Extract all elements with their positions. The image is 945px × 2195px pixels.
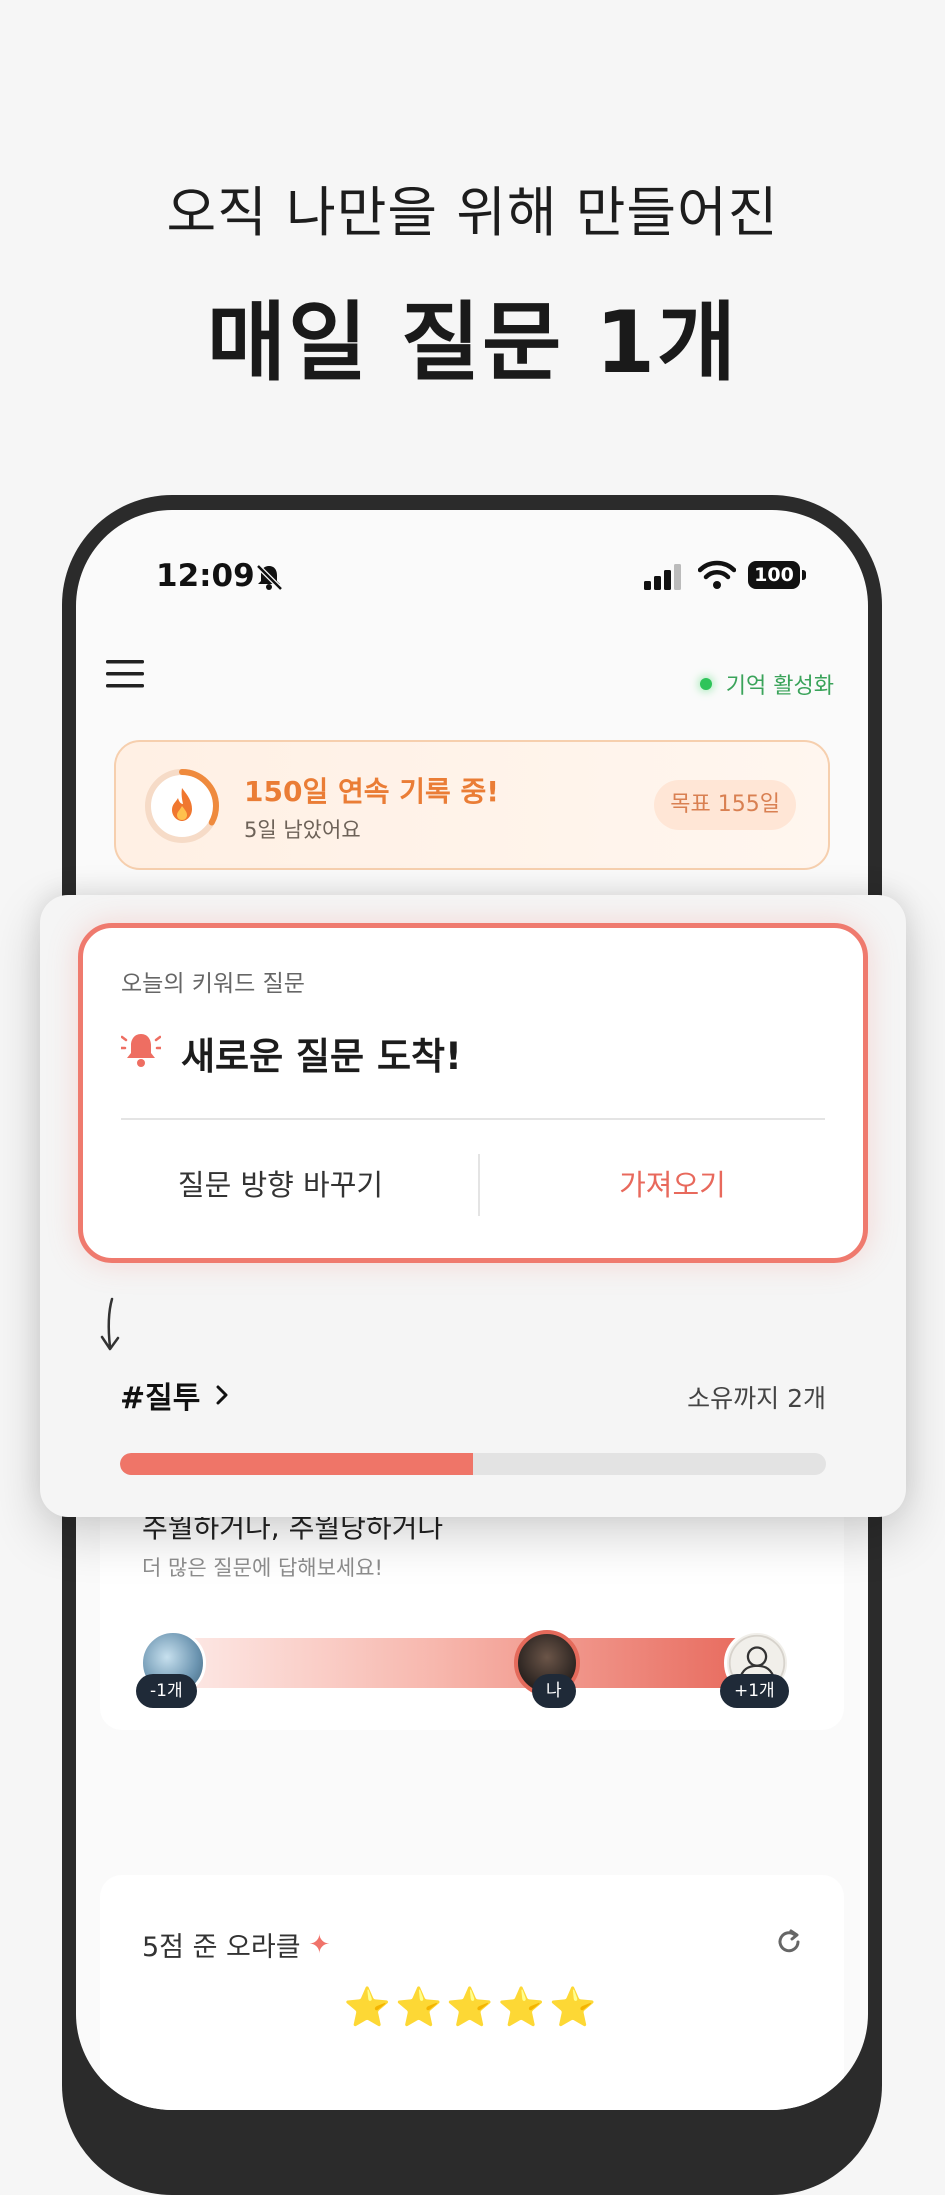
status-time: 12:09 <box>156 558 255 594</box>
oracle-title: 5점 준 오라클 <box>142 1932 301 1963</box>
question-card: 오늘의 키워드 질문 새로운 질문 도착! 질문 방향 바꾸기 가져오기 <box>78 923 868 1263</box>
oracle-title-row: 5점 준 오라클 ✦ <box>142 1925 330 1964</box>
question-label: 오늘의 키워드 질문 <box>121 971 305 997</box>
question-title: 새로운 질문 도착! <box>181 1035 462 1078</box>
pill-ahead: +1개 <box>720 1674 789 1708</box>
hamburger-menu-icon[interactable] <box>106 660 144 688</box>
divider <box>121 1118 825 1120</box>
fetch-button[interactable]: 가져오기 <box>480 1150 865 1220</box>
wifi-icon <box>698 560 736 589</box>
pill-behind: -1개 <box>136 1674 197 1708</box>
streak-progress-ring <box>145 769 219 843</box>
status-dot-icon <box>699 678 712 690</box>
status-bar: 12:09 100 <box>76 548 868 608</box>
change-direction-button[interactable]: 질문 방향 바꾸기 <box>83 1150 478 1220</box>
refresh-icon[interactable] <box>774 1927 804 1957</box>
keyword-question-popup: 오늘의 키워드 질문 새로운 질문 도착! 질문 방향 바꾸기 가져오기 #질투… <box>40 895 906 1517</box>
hero-subtitle: 오직 나만을 위해 만들어진 <box>166 181 779 244</box>
ranking-bar <box>180 1638 760 1688</box>
keyword-progress-fill <box>120 1453 473 1475</box>
oracle-card: 5점 준 오라클 ✦ ⭐⭐⭐⭐⭐ <box>100 1875 844 2110</box>
battery-indicator: 100 <box>748 561 800 589</box>
keyword-tag-label: #질투 <box>120 1381 201 1416</box>
pill-me: 나 <box>532 1674 576 1708</box>
oracle-stars: ⭐⭐⭐⭐⭐ <box>343 1985 601 2029</box>
bell-off-icon <box>256 564 283 591</box>
bell-icon <box>121 1034 161 1067</box>
keyword-remaining-count: 소유까지 2개 <box>687 1384 826 1413</box>
sparkle-icon: ✦ <box>308 1929 331 1960</box>
memory-status-label: 기억 활성화 <box>725 674 834 699</box>
chevron-right-icon <box>216 1385 228 1405</box>
memory-status: 기억 활성화 <box>699 668 834 700</box>
signal-icon <box>644 564 681 590</box>
hand-drawn-arrow-icon <box>100 1297 120 1351</box>
goal-badge: 목표 155일 <box>654 780 796 830</box>
streak-subtitle: 5일 남았어요 <box>244 818 361 842</box>
ranking-subtitle: 더 많은 질문에 답해보세요! <box>142 1556 383 1580</box>
streak-card[interactable]: 150일 연속 기록 중! 5일 남았어요 목표 155일 <box>114 740 830 870</box>
hero-title: 매일 질문 1개 <box>206 293 739 393</box>
keyword-progress-track <box>120 1453 826 1475</box>
battery-tip <box>802 570 806 580</box>
streak-title: 150일 연속 기록 중! <box>244 775 500 808</box>
keyword-tag-link[interactable]: #질투 <box>120 1373 230 1417</box>
